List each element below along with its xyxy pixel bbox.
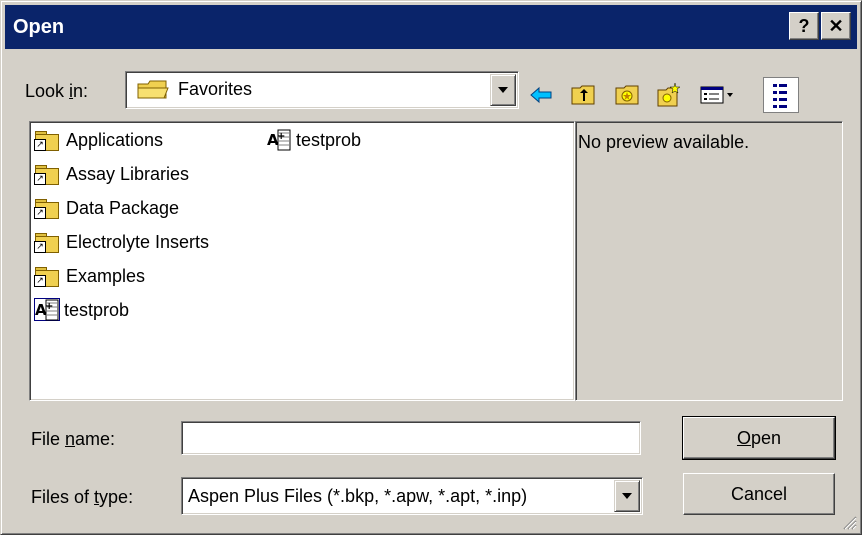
back-icon[interactable] — [527, 81, 555, 109]
file-list[interactable]: ↗ Applications ↗ Assay Libraries ↗ Data Packa… — [29, 121, 575, 401]
svg-text:+: + — [277, 131, 285, 142]
preview-text: No preview available. — [578, 132, 750, 152]
look-in-value: Favorites — [178, 79, 253, 99]
look-in-label-pre: Look — [25, 81, 70, 101]
up-folder-icon[interactable] — [569, 81, 597, 109]
view-menu-icon[interactable] — [699, 81, 733, 109]
look-in-folder-icon — [136, 78, 170, 107]
folder-shortcut-icon: ↗ — [34, 129, 60, 151]
file-type-combobox[interactable]: Aspen Plus Files (*.bkp, *.apw, *.apt, *… — [181, 477, 643, 515]
details-view-icon[interactable] — [763, 77, 799, 113]
file-list-item[interactable]: A + testprob — [34, 296, 129, 324]
file-list-item[interactable]: A + testprob — [266, 126, 361, 154]
folder-shortcut-icon: ↗ — [34, 231, 60, 253]
open-button-accel: O — [736, 428, 751, 448]
folder-shortcut-icon: ↗ — [34, 197, 60, 219]
look-in-label: Look in: — [25, 81, 88, 102]
file-list-item[interactable]: ↗ Data Package — [34, 194, 179, 222]
file-type-value: Aspen Plus Files (*.bkp, *.apw, *.apt, *… — [188, 486, 528, 506]
file-name-text: Electrolyte Inserts — [66, 231, 210, 252]
aspen-file-icon: A + — [266, 128, 292, 152]
file-name-label-pre: File — [31, 429, 66, 449]
file-type-dropdown-arrow[interactable] — [614, 480, 640, 512]
new-folder-icon[interactable] — [655, 81, 683, 109]
file-list-item[interactable]: ↗ Examples — [34, 262, 145, 290]
file-name-label-post: ame: — [75, 429, 116, 449]
open-button-label: pen — [750, 428, 782, 448]
window-title: Open — [13, 16, 65, 38]
file-type-label-pre: Files of — [31, 487, 95, 507]
file-list-item[interactable]: ↗ Electrolyte Inserts — [34, 228, 209, 256]
file-list-item[interactable]: ↗ Applications — [34, 126, 163, 154]
favorites-folder-icon[interactable] — [613, 81, 641, 109]
file-type-label-post: ype: — [99, 487, 134, 507]
aspen-file-icon: A + — [34, 298, 60, 322]
file-name-text: testprob — [296, 129, 362, 150]
open-dialog: Open ? ✕ Look in: Favorites ↗ Application… — [0, 0, 862, 535]
folder-shortcut-icon: ↗ — [34, 163, 60, 185]
file-name-text: Assay Libraries — [66, 163, 190, 184]
file-name-text: Applications — [66, 129, 164, 150]
file-type-label: Files of type: — [31, 487, 133, 508]
file-list-item[interactable]: ↗ Assay Libraries — [34, 160, 189, 188]
file-name-input[interactable] — [181, 421, 641, 455]
close-button[interactable]: ✕ — [821, 12, 851, 40]
open-button[interactable]: Open — [682, 416, 836, 460]
svg-text:+: + — [45, 301, 53, 312]
file-name-label: File name: — [31, 429, 115, 450]
folder-shortcut-icon: ↗ — [34, 265, 60, 287]
title-bar[interactable]: Open ? ✕ — [5, 5, 857, 49]
look-in-label-post: n: — [73, 81, 89, 101]
size-grip[interactable] — [841, 514, 857, 530]
file-name-text: testprob — [64, 299, 130, 320]
file-name-text: Data Package — [66, 197, 180, 218]
help-button[interactable]: ? — [789, 12, 819, 40]
cancel-button[interactable]: Cancel — [683, 473, 835, 515]
preview-pane: No preview available. — [575, 121, 843, 401]
look-in-combobox[interactable]: Favorites — [125, 71, 519, 109]
look-in-dropdown-arrow[interactable] — [490, 74, 516, 106]
file-name-text: Examples — [66, 265, 146, 286]
file-name-label-accel: n — [65, 429, 76, 449]
